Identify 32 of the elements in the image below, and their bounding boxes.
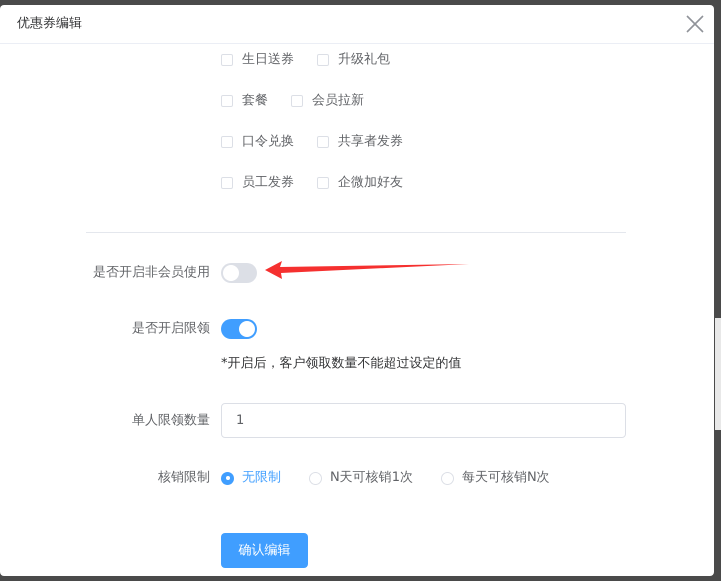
radio-button[interactable] <box>309 472 322 484</box>
input-field[interactable]: 1 <box>221 403 626 438</box>
radio-label[interactable]: N天可核销1次 <box>330 468 413 488</box>
checkbox-label[interactable]: 员工发券 <box>242 173 294 193</box>
checkbox-label[interactable]: 套餐 <box>242 91 268 111</box>
radio-button[interactable] <box>221 472 234 484</box>
checkbox[interactable] <box>221 54 233 66</box>
checkbox-label[interactable]: 会员拉新 <box>312 91 364 111</box>
checkbox[interactable] <box>317 54 329 66</box>
checkbox[interactable] <box>291 95 303 107</box>
toggle-switch[interactable] <box>221 263 257 283</box>
close-icon[interactable] <box>686 15 704 33</box>
dialog-title: 优惠券编辑 <box>17 15 82 34</box>
checkbox[interactable] <box>317 177 329 189</box>
checkbox-label[interactable]: 生日送券 <box>242 50 294 70</box>
checkbox-label[interactable]: 升级礼包 <box>338 50 390 70</box>
radio-button[interactable] <box>441 472 454 484</box>
scrollbar-thumb[interactable] <box>715 318 721 430</box>
checkbox[interactable] <box>221 177 233 189</box>
hint-text: *开启后，客户领取数量不能超过设定的值 <box>221 355 462 373</box>
field-label: 是否开启限领 <box>131 320 210 338</box>
checkbox[interactable] <box>221 136 233 148</box>
checkbox[interactable] <box>221 95 233 107</box>
toggle-switch[interactable] <box>221 319 257 339</box>
field-label: 是否开启非会员使用 <box>92 264 210 282</box>
checkbox-label[interactable]: 口令兑换 <box>242 132 294 152</box>
checkbox-label[interactable]: 企微加好友 <box>338 173 403 193</box>
radio-label[interactable]: 每天可核销N次 <box>462 468 550 488</box>
checkbox[interactable] <box>317 136 329 148</box>
field-label: 单人限领数量 <box>131 412 210 430</box>
checkbox-label[interactable]: 共享者发券 <box>338 132 403 152</box>
field-label: 核销限制 <box>157 469 210 487</box>
